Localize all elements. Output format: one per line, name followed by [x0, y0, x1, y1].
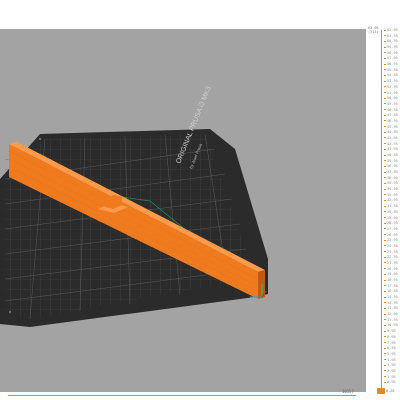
- layer-slider-handle[interactable]: [377, 388, 385, 394]
- layer-tick-label: 1.95: [384, 375, 396, 380]
- layer-tick-label: 22.95: [384, 255, 398, 260]
- layer-slider-bottom-label: 0.20: [386, 389, 395, 393]
- layer-slider[interactable]: 63.05 (315) 62.95 61.95 60.95 59.95 58.95 57.…: [366, 0, 400, 400]
- 3d-viewport[interactable]: ORIGINAL PRUSA i3 MK3 by Josef Prusa: [0, 29, 366, 392]
- layer-slider-top-label: 63.05 (315): [368, 26, 379, 34]
- layer-tick-label: 20.95: [384, 267, 398, 272]
- layer-tick-label: 13.95: [384, 306, 398, 311]
- horizontal-slider-value: 10157: [341, 389, 354, 394]
- layer-tick-label: 17.95: [384, 284, 398, 289]
- layer-tick-label: 2.95: [384, 369, 396, 374]
- layer-tick-label: 43.95: [384, 136, 398, 141]
- layer-tick-label: 15.95: [384, 295, 398, 300]
- layer-tick-label: 24.95: [384, 244, 398, 249]
- layer-tick-label: 31.95: [384, 204, 398, 209]
- print-bed-scene: ORIGINAL PRUSA i3 MK3 by Josef Prusa: [0, 85, 268, 327]
- horizontal-slider-track[interactable]: [8, 395, 356, 396]
- layer-tick-label: 10.95: [384, 323, 398, 328]
- layer-tick-label: 50.95: [384, 96, 398, 101]
- bed-hole: [38, 137, 42, 141]
- layer-tick-label: 49.95: [384, 102, 398, 107]
- layer-tick-label: 52.95: [384, 85, 398, 90]
- layer-tick-label: 26.95: [384, 233, 398, 238]
- layer-tick-label: 30.95: [384, 210, 398, 215]
- layer-tick-label: 28.95: [384, 221, 398, 226]
- layer-tick-label: 42.95: [384, 142, 398, 147]
- layer-tick-label: 19.95: [384, 272, 398, 277]
- layer-tick-label: 7.95: [384, 341, 396, 346]
- layer-tick-label: 27.95: [384, 227, 398, 232]
- layer-tick-label: 38.95: [384, 164, 398, 169]
- layer-tick-label: 45.95: [384, 125, 398, 130]
- layer-tick-label: 57.95: [384, 56, 398, 61]
- layer-tick-label: 11.95: [384, 318, 398, 323]
- layer-tick-label: 34.95: [384, 187, 398, 192]
- layer-tick-label: 25.95: [384, 238, 398, 243]
- layer-tick-label: 18.95: [384, 278, 398, 283]
- layer-tick-label: 61.95: [384, 34, 398, 39]
- layer-tick-label: 8.95: [384, 335, 396, 340]
- layer-tick-label: 37.95: [384, 170, 398, 175]
- layer-tick-label: 54.95: [384, 73, 398, 78]
- layer-tick-label: 35.95: [384, 181, 398, 186]
- layer-slider-track[interactable]: [381, 30, 382, 390]
- layer-tick-label: 4.95: [384, 358, 396, 363]
- slicer-app: ORIGINAL PRUSA i3 MK3 by Josef Prusa 101…: [0, 0, 400, 400]
- layer-tick-label: 9.95: [384, 329, 396, 334]
- layer-tick-label: 6.95: [384, 346, 396, 351]
- layer-tick-label: 41.95: [384, 147, 398, 152]
- layer-tick-label: 32.95: [384, 198, 398, 203]
- layer-tick-list: 62.95 61.95 60.95 59.95 58.95 57.95 56.95 55.95…: [384, 28, 400, 390]
- layer-tick-label: 23.95: [384, 250, 398, 255]
- layer-tick-label: 0.95: [384, 380, 396, 385]
- layer-tick-label: 59.95: [384, 45, 398, 50]
- layer-tick-label: 58.95: [384, 51, 398, 56]
- layer-tick-label: 40.95: [384, 153, 398, 158]
- layer-tick-label: 5.95: [384, 352, 396, 357]
- layer-tick-label: 56.95: [384, 62, 398, 67]
- layer-tick-label: 60.95: [384, 39, 398, 44]
- layer-tick-label: 48.95: [384, 108, 398, 113]
- layer-tick-label: 55.95: [384, 68, 398, 73]
- layer-tick-label: 33.95: [384, 193, 398, 198]
- layer-tick-label: 53.95: [384, 79, 398, 84]
- layer-tick-label: 39.95: [384, 159, 398, 164]
- layer-tick-label: 29.95: [384, 216, 398, 221]
- layer-top-index: (315): [368, 30, 379, 34]
- layer-tick-label: 36.95: [384, 176, 398, 181]
- layer-tick-label: 44.95: [384, 130, 398, 135]
- layer-tick-label: 14.95: [384, 301, 398, 306]
- layer-tick-label: 21.95: [384, 261, 398, 266]
- layer-tick-label: 46.95: [384, 119, 398, 124]
- layer-tick-label: 51.95: [384, 91, 398, 96]
- layer-tick-label: 3.95: [384, 363, 396, 368]
- layer-tick-label: 16.95: [384, 289, 398, 294]
- layer-tick-label: 62.95: [384, 28, 398, 33]
- layer-tick-label: 47.95: [384, 113, 398, 118]
- horizontal-move-slider[interactable]: 10157: [0, 389, 366, 400]
- layer-tick-label: 12.95: [384, 312, 398, 317]
- bed-hole: [8, 310, 12, 314]
